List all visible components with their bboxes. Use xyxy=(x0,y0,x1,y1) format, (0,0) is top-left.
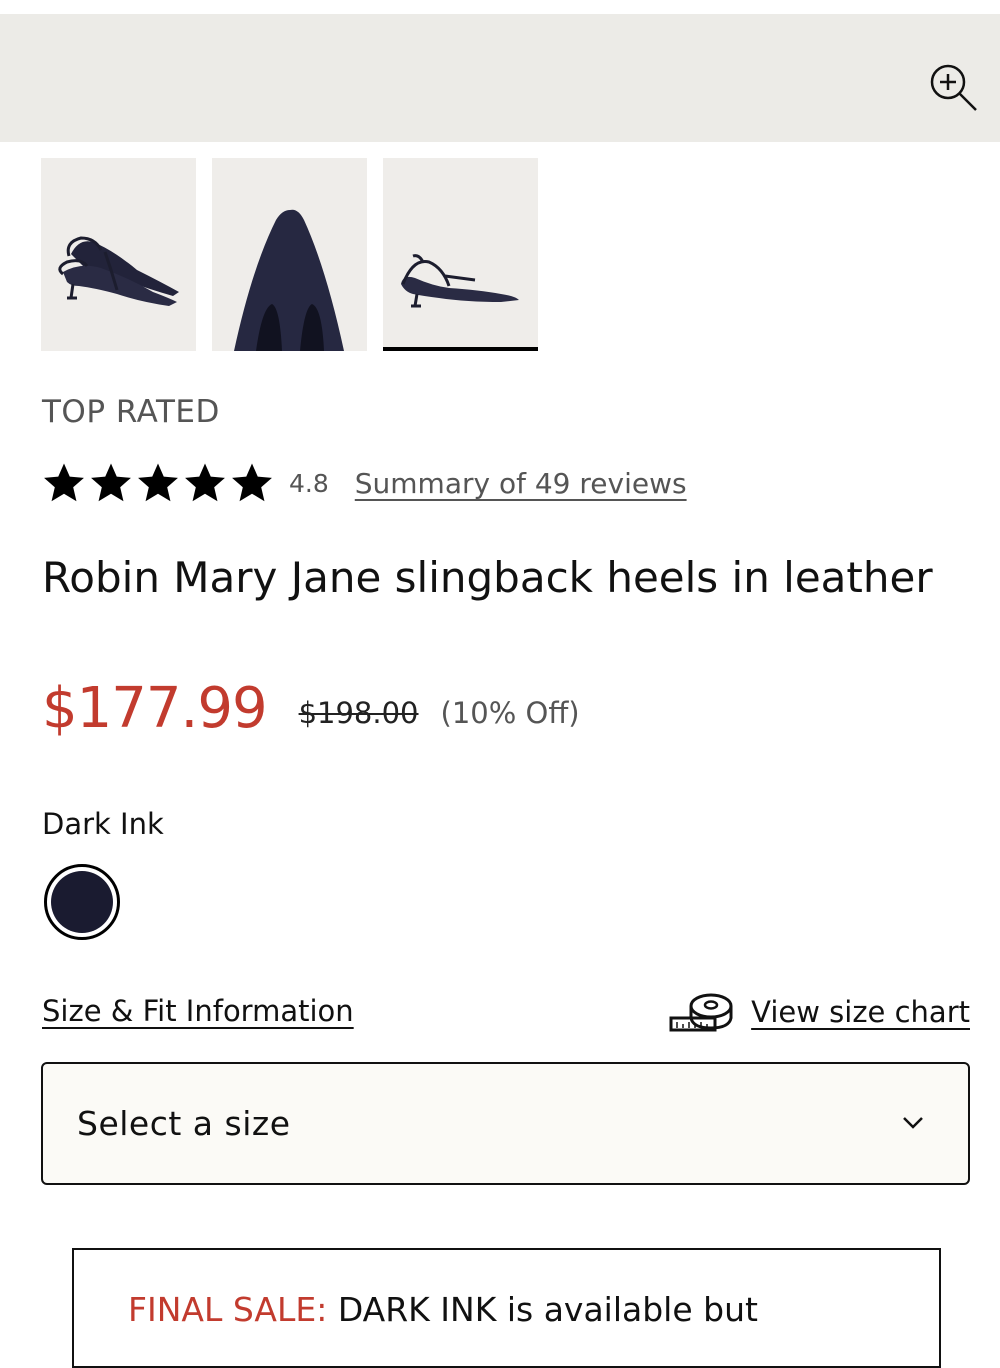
rating-value: 4.8 xyxy=(289,468,329,498)
reviews-summary-link[interactable]: Summary of 49 reviews xyxy=(355,467,687,500)
thumbnail-3[interactable] xyxy=(383,158,538,351)
size-select-placeholder: Select a size xyxy=(77,1104,291,1143)
rating-row: 4.8 Summary of 49 reviews xyxy=(41,458,687,508)
star-icon xyxy=(232,463,272,502)
shoe-toe-image xyxy=(234,209,344,351)
measuring-tape-icon xyxy=(669,993,733,1032)
original-price: $198.00 xyxy=(298,695,419,730)
shoe-profile-image xyxy=(401,254,519,308)
sale-price: $177.99 xyxy=(42,676,268,741)
final-sale-label: FINAL SALE: xyxy=(128,1290,328,1329)
thumbnail-strip xyxy=(41,158,538,351)
star-rating xyxy=(41,460,275,506)
color-name: Dark Ink xyxy=(42,807,164,841)
final-sale-notice: FINAL SALE: DARK INK is available but xyxy=(72,1248,941,1368)
final-sale-text: FINAL SALE: DARK INK is available but xyxy=(128,1290,758,1329)
star-icon xyxy=(185,463,225,502)
chevron-down-icon xyxy=(903,1117,923,1129)
view-size-chart[interactable]: View size chart xyxy=(667,990,970,1034)
product-image-hero[interactable] xyxy=(0,14,1000,142)
star-icon xyxy=(138,463,178,502)
discount-label: (10% Off) xyxy=(440,695,580,730)
thumbnail-1[interactable] xyxy=(41,158,196,351)
product-title: Robin Mary Jane slingback heels in leath… xyxy=(42,553,933,602)
color-swatch-dark-ink[interactable] xyxy=(44,864,120,940)
size-chart-label: View size chart xyxy=(751,995,970,1029)
swatch-fill xyxy=(51,871,113,933)
thumbnail-2[interactable] xyxy=(212,158,367,351)
top-rated-badge: TOP RATED xyxy=(42,394,220,430)
zoom-in-icon xyxy=(930,64,977,111)
price-row: $177.99 $198.00 (10% Off) xyxy=(42,676,580,741)
size-select[interactable]: Select a size xyxy=(41,1062,970,1185)
shoe-side-image xyxy=(58,236,179,306)
star-icon xyxy=(91,463,131,502)
final-sale-message: DARK INK is available but xyxy=(327,1290,758,1329)
size-fit-info-link[interactable]: Size & Fit Information xyxy=(42,994,354,1028)
zoom-button[interactable] xyxy=(926,60,982,116)
top-strip xyxy=(0,0,1000,14)
star-icon xyxy=(44,463,84,502)
